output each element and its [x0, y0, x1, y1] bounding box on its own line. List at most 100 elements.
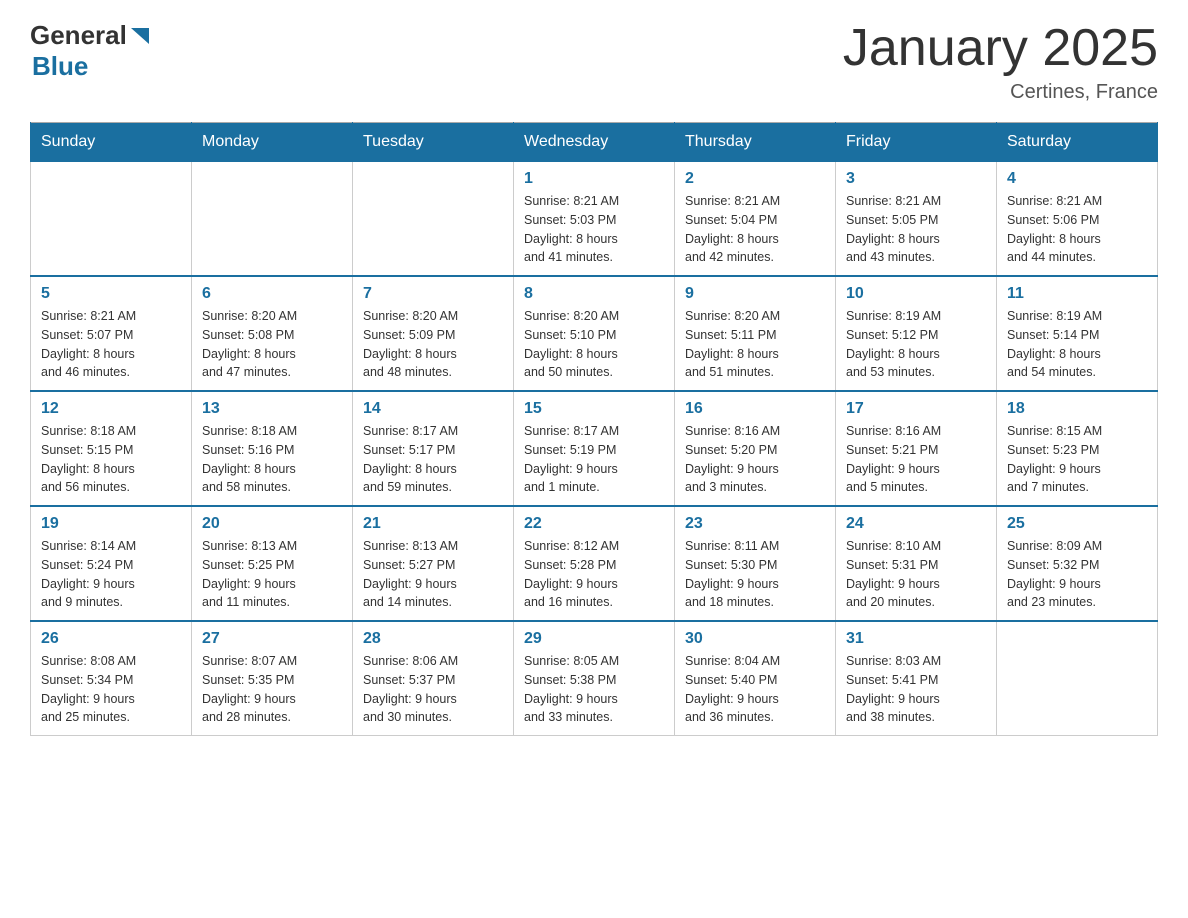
calendar-cell: 30 Sunrise: 8:04 AM Sunset: 5:40 PM Dayli… [675, 621, 836, 736]
calendar-cell: 18 Sunrise: 8:15 AM Sunset: 5:23 PM Dayli… [997, 391, 1158, 506]
day-number: 24 [846, 515, 986, 533]
day-info: Sunrise: 8:19 AM Sunset: 5:14 PM Dayligh… [1007, 307, 1147, 382]
day-info: Sunrise: 8:09 AM Sunset: 5:32 PM Dayligh… [1007, 537, 1147, 612]
day-info: Sunrise: 8:21 AM Sunset: 5:06 PM Dayligh… [1007, 192, 1147, 267]
day-info: Sunrise: 8:08 AM Sunset: 5:34 PM Dayligh… [41, 652, 181, 727]
calendar-cell: 1Sunrise: 8:21 AM Sunset: 5:03 PM Daylig… [514, 162, 675, 277]
calendar-cell [997, 621, 1158, 736]
day-info: Sunrise: 8:15 AM Sunset: 5:23 PM Dayligh… [1007, 422, 1147, 497]
calendar-header-row: SundayMondayTuesdayWednesdayThursdayFrid… [31, 123, 1158, 162]
day-number: 12 [41, 400, 181, 418]
calendar-cell: 5 Sunrise: 8:21 AM Sunset: 5:07 PM Daylig… [31, 276, 192, 391]
day-number: 25 [1007, 515, 1147, 533]
day-number: 20 [202, 515, 342, 533]
day-number: 28 [363, 630, 503, 648]
day-info: Sunrise: 8:12 AM Sunset: 5:28 PM Dayligh… [524, 537, 664, 612]
day-number: 3 [846, 170, 986, 188]
day-info: Sunrise: 8:16 AM Sunset: 5:20 PM Dayligh… [685, 422, 825, 497]
logo-general-text: General [30, 20, 127, 51]
day-of-week-header: Thursday [675, 123, 836, 162]
calendar-cell: 12 Sunrise: 8:18 AM Sunset: 5:15 PM Dayli… [31, 391, 192, 506]
calendar-cell: 10 Sunrise: 8:19 AM Sunset: 5:12 PM Dayli… [836, 276, 997, 391]
day-info: Sunrise: 8:19 AM Sunset: 5:12 PM Dayligh… [846, 307, 986, 382]
calendar-cell: 11 Sunrise: 8:19 AM Sunset: 5:14 PM Dayli… [997, 276, 1158, 391]
day-number: 30 [685, 630, 825, 648]
day-of-week-header: Tuesday [353, 123, 514, 162]
day-number: 5 [41, 285, 181, 303]
calendar-cell: 9 Sunrise: 8:20 AM Sunset: 5:11 PM Daylig… [675, 276, 836, 391]
day-number: 15 [524, 400, 664, 418]
day-info: Sunrise: 8:18 AM Sunset: 5:15 PM Dayligh… [41, 422, 181, 497]
calendar-cell [31, 162, 192, 277]
day-of-week-header: Saturday [997, 123, 1158, 162]
day-number: 17 [846, 400, 986, 418]
calendar-cell: 17 Sunrise: 8:16 AM Sunset: 5:21 PM Dayli… [836, 391, 997, 506]
day-info: Sunrise: 8:04 AM Sunset: 5:40 PM Dayligh… [685, 652, 825, 727]
day-number: 31 [846, 630, 986, 648]
calendar-cell: 31 Sunrise: 8:03 AM Sunset: 5:41 PM Dayli… [836, 621, 997, 736]
day-info: Sunrise: 8:06 AM Sunset: 5:37 PM Dayligh… [363, 652, 503, 727]
calendar-cell: 15 Sunrise: 8:17 AM Sunset: 5:19 PM Dayli… [514, 391, 675, 506]
day-number: 9 [685, 285, 825, 303]
calendar-cell: 28 Sunrise: 8:06 AM Sunset: 5:37 PM Dayli… [353, 621, 514, 736]
day-number: 4 [1007, 170, 1147, 188]
day-info: Sunrise: 8:21 AM Sunset: 5:05 PM Dayligh… [846, 192, 986, 267]
page-header: General Blue January 2025 Certines, Fran… [30, 20, 1158, 104]
day-info: Sunrise: 8:21 AM Sunset: 5:03 PM Dayligh… [524, 192, 664, 267]
day-number: 10 [846, 285, 986, 303]
calendar-cell: 4 Sunrise: 8:21 AM Sunset: 5:06 PM Daylig… [997, 162, 1158, 277]
day-info: Sunrise: 8:20 AM Sunset: 5:10 PM Dayligh… [524, 307, 664, 382]
calendar-week-row: 1Sunrise: 8:21 AM Sunset: 5:03 PM Daylig… [31, 162, 1158, 277]
day-info: Sunrise: 8:13 AM Sunset: 5:27 PM Dayligh… [363, 537, 503, 612]
title-block: January 2025 Certines, France [843, 20, 1158, 104]
day-of-week-header: Friday [836, 123, 997, 162]
logo-blue-text: Blue [32, 51, 88, 81]
day-info: Sunrise: 8:07 AM Sunset: 5:35 PM Dayligh… [202, 652, 342, 727]
calendar-cell: 14Sunrise: 8:17 AM Sunset: 5:17 PM Dayli… [353, 391, 514, 506]
day-number: 26 [41, 630, 181, 648]
calendar-cell: 20Sunrise: 8:13 AM Sunset: 5:25 PM Dayli… [192, 506, 353, 621]
calendar-cell [192, 162, 353, 277]
logo: General Blue [30, 20, 151, 82]
day-number: 23 [685, 515, 825, 533]
day-of-week-header: Wednesday [514, 123, 675, 162]
day-number: 6 [202, 285, 342, 303]
day-number: 8 [524, 285, 664, 303]
calendar-week-row: 12 Sunrise: 8:18 AM Sunset: 5:15 PM Dayli… [31, 391, 1158, 506]
day-info: Sunrise: 8:17 AM Sunset: 5:19 PM Dayligh… [524, 422, 664, 497]
day-info: Sunrise: 8:17 AM Sunset: 5:17 PM Dayligh… [363, 422, 503, 497]
calendar-cell: 6 Sunrise: 8:20 AM Sunset: 5:08 PM Daylig… [192, 276, 353, 391]
day-number: 27 [202, 630, 342, 648]
day-info: Sunrise: 8:20 AM Sunset: 5:08 PM Dayligh… [202, 307, 342, 382]
day-info: Sunrise: 8:20 AM Sunset: 5:11 PM Dayligh… [685, 307, 825, 382]
day-info: Sunrise: 8:21 AM Sunset: 5:07 PM Dayligh… [41, 307, 181, 382]
calendar-cell: 7Sunrise: 8:20 AM Sunset: 5:09 PM Daylig… [353, 276, 514, 391]
day-number: 22 [524, 515, 664, 533]
day-number: 11 [1007, 285, 1147, 303]
day-number: 13 [202, 400, 342, 418]
page-subtitle: Certines, France [843, 81, 1158, 104]
calendar-cell: 13Sunrise: 8:18 AM Sunset: 5:16 PM Dayli… [192, 391, 353, 506]
day-info: Sunrise: 8:14 AM Sunset: 5:24 PM Dayligh… [41, 537, 181, 612]
day-info: Sunrise: 8:10 AM Sunset: 5:31 PM Dayligh… [846, 537, 986, 612]
day-info: Sunrise: 8:03 AM Sunset: 5:41 PM Dayligh… [846, 652, 986, 727]
calendar-cell: 2 Sunrise: 8:21 AM Sunset: 5:04 PM Daylig… [675, 162, 836, 277]
calendar-cell: 22 Sunrise: 8:12 AM Sunset: 5:28 PM Dayli… [514, 506, 675, 621]
calendar-cell: 26 Sunrise: 8:08 AM Sunset: 5:34 PM Dayli… [31, 621, 192, 736]
calendar-cell: 23Sunrise: 8:11 AM Sunset: 5:30 PM Dayli… [675, 506, 836, 621]
calendar-cell: 3 Sunrise: 8:21 AM Sunset: 5:05 PM Daylig… [836, 162, 997, 277]
day-number: 2 [685, 170, 825, 188]
day-info: Sunrise: 8:05 AM Sunset: 5:38 PM Dayligh… [524, 652, 664, 727]
calendar-cell: 29Sunrise: 8:05 AM Sunset: 5:38 PM Dayli… [514, 621, 675, 736]
day-number: 18 [1007, 400, 1147, 418]
calendar-cell: 24 Sunrise: 8:10 AM Sunset: 5:31 PM Dayli… [836, 506, 997, 621]
calendar-table: SundayMondayTuesdayWednesdayThursdayFrid… [30, 122, 1158, 736]
page-title: January 2025 [843, 20, 1158, 77]
day-info: Sunrise: 8:21 AM Sunset: 5:04 PM Dayligh… [685, 192, 825, 267]
calendar-cell: 21 Sunrise: 8:13 AM Sunset: 5:27 PM Dayli… [353, 506, 514, 621]
day-number: 21 [363, 515, 503, 533]
day-info: Sunrise: 8:16 AM Sunset: 5:21 PM Dayligh… [846, 422, 986, 497]
day-number: 7 [363, 285, 503, 303]
logo-arrow-icon [129, 26, 151, 48]
calendar-week-row: 26 Sunrise: 8:08 AM Sunset: 5:34 PM Dayli… [31, 621, 1158, 736]
